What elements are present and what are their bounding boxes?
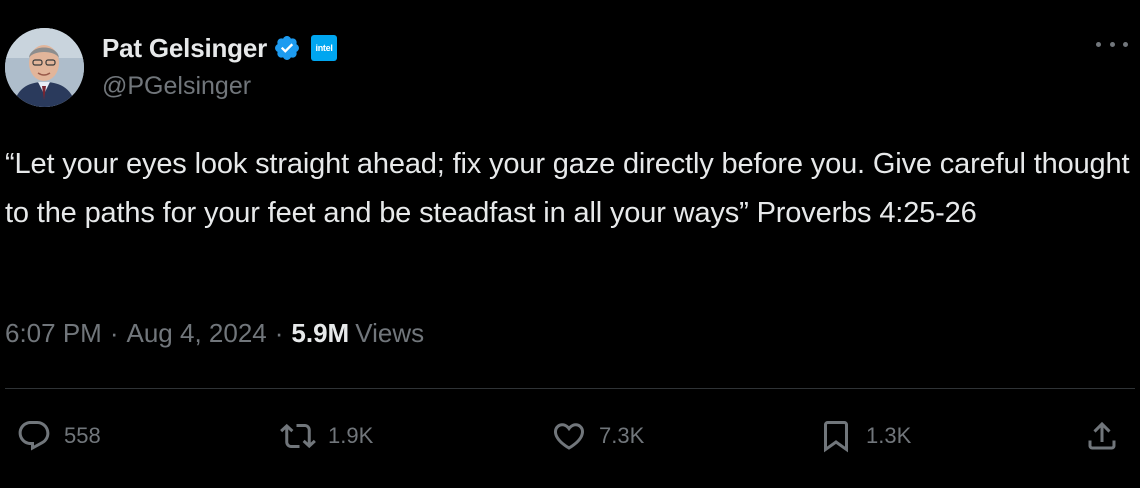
heart-icon — [553, 423, 585, 450]
like-count: 7.3K — [599, 423, 645, 448]
author-display-name[interactable]: Pat Gelsinger — [102, 33, 267, 64]
reply-bubble-icon — [18, 421, 50, 451]
more-horizontal-icon — [1096, 41, 1101, 47]
like-button[interactable]: 7.3K — [551, 414, 644, 458]
retweet-count: 1.9K — [328, 423, 374, 448]
bookmark-icon — [824, 421, 848, 453]
retweet-button[interactable]: 1.9K — [280, 414, 373, 458]
tweet-date[interactable]: Aug 4, 2024 — [127, 318, 267, 349]
tweet-time[interactable]: 6:07 PM — [5, 318, 102, 349]
tweet-card: Pat Gelsinger intel @PGelsinger “Let you… — [0, 0, 1140, 488]
meta-separator: · — [274, 318, 284, 348]
bookmark-button[interactable]: 1.3K — [818, 414, 911, 458]
reply-count: 558 — [64, 423, 101, 448]
affiliation-badge-label: intel — [315, 43, 333, 53]
views-count[interactable]: 5.9M — [291, 318, 349, 349]
divider — [5, 388, 1135, 389]
more-dot — [1123, 41, 1128, 47]
retweet-icon — [280, 423, 316, 449]
tweet-text: “Let your eyes look straight ahead; fix … — [5, 148, 1130, 229]
bookmark-count: 1.3K — [866, 423, 912, 448]
meta-separator: · — [109, 318, 119, 348]
share-button[interactable] — [1084, 414, 1120, 458]
avatar[interactable] — [5, 28, 84, 107]
more-dot — [1109, 41, 1115, 47]
author-handle[interactable]: @PGelsinger — [102, 72, 251, 101]
avatar-photo — [5, 28, 84, 107]
views-label[interactable]: Views — [355, 318, 424, 349]
reply-button[interactable]: 558 — [16, 414, 101, 458]
verified-check-icon[interactable] — [273, 34, 301, 62]
tweet-meta: 6:07 PM · Aug 4, 2024 · 5.9M Views — [5, 318, 424, 349]
author-name-row: Pat Gelsinger intel — [102, 30, 338, 66]
affiliation-badge[interactable]: intel — [311, 35, 338, 61]
share-upload-icon — [1088, 421, 1116, 450]
more-options-button[interactable] — [1096, 32, 1128, 56]
